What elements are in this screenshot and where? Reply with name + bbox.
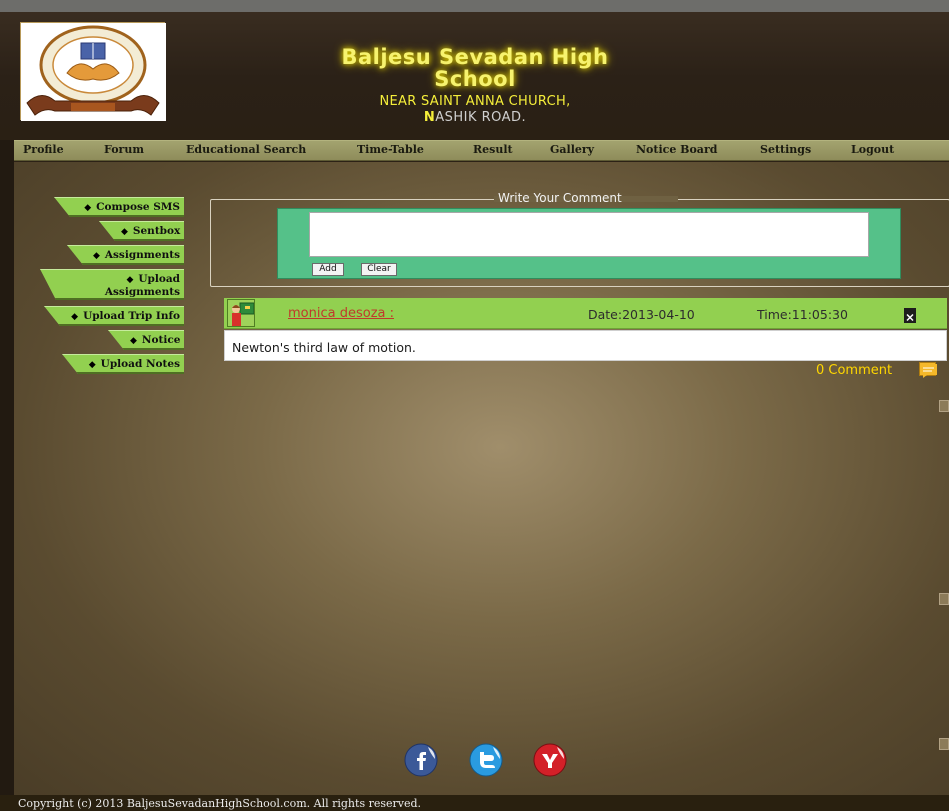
nav-time-table[interactable]: Time-Table [357,143,424,156]
sidebar-label: Sentbox [132,225,181,237]
sidebar-label: Assignments [104,249,180,261]
close-icon[interactable] [904,308,916,323]
sidebar-label: Assignments [104,286,180,298]
sidebar-upload-assignments[interactable]: ◆ Upload Assignments [40,269,184,300]
twitter-icon[interactable] [469,743,503,777]
nav-educational-search[interactable]: Educational Search [186,143,306,156]
sidebar-upload-notes[interactable]: ◆ Upload Notes [62,354,184,374]
address-line-1: NEAR SAINT ANNA CHURCH, [379,94,571,109]
nav-profile[interactable]: Profile [23,143,64,156]
diamond-icon: ◆ [130,336,137,346]
comment-legend: Write Your Comment [498,191,622,205]
comment-count-link[interactable]: 0 Comment [816,363,892,378]
sidebar-compose-sms[interactable]: ◆ Compose SMS [54,197,184,217]
sidebar-label: Upload Trip Info [83,310,180,322]
sidebar-assignments[interactable]: ◆ Assignments [67,245,184,265]
teacher-avatar-icon [227,299,255,327]
add-button[interactable]: Add [312,263,344,276]
main-nav: Profile Forum Educational Search Time-Ta… [14,140,949,161]
diamond-icon: ◆ [71,312,79,322]
edge-tab[interactable] [939,738,949,750]
left-border [0,140,14,795]
sidebar-label: Compose SMS [96,201,180,213]
sidebar-label: Notice [141,334,181,346]
sidebar-label: Upload Notes [100,358,180,370]
sidebar-upload-trip-info[interactable]: ◆ Upload Trip Info [44,306,184,326]
nav-logout[interactable]: Logout [851,143,894,156]
nav-result[interactable]: Result [473,143,513,156]
nav-gallery[interactable]: Gallery [550,143,594,156]
clear-button[interactable]: Clear [361,263,397,276]
copyright-text: Copyright (c) 2013 BaljesuSevadanHighSch… [18,797,422,810]
edge-tab[interactable] [939,400,949,412]
diamond-icon: ◆ [88,360,96,370]
nav-notice-board[interactable]: Notice Board [636,143,717,156]
post-date: Date:2013-04-10 [588,307,695,322]
address-rest: ASHIK ROAD. [435,110,527,125]
edge-tab[interactable] [939,593,949,605]
nav-settings[interactable]: Settings [760,143,811,156]
top-strip [0,0,949,12]
post-author-link[interactable]: monica desoza : [288,306,394,321]
diamond-icon: ◆ [121,227,128,237]
post-time: Time:11:05:30 [757,307,848,322]
yahoo-icon[interactable] [533,743,567,777]
comment-textarea[interactable] [309,212,869,257]
school-title: Baljesu Sevadan High School [341,45,609,91]
school-emblem-icon [21,23,166,121]
post-text: Newton's third law of motion. [232,340,416,355]
site-header: Baljesu Sevadan High School NEAR SAINT A… [0,0,949,140]
diamond-icon: ◆ [92,251,100,261]
school-logo [20,22,166,121]
diamond-icon: ◆ [126,275,134,285]
diamond-icon: ◆ [84,203,92,213]
facebook-icon[interactable] [404,743,438,777]
address-line-2: NASHIK ROAD. [300,110,650,125]
nav-forum[interactable]: Forum [104,143,144,156]
comment-icon[interactable] [919,362,937,378]
sidebar-label: Upload [138,273,180,285]
address-initial: N [423,110,436,125]
